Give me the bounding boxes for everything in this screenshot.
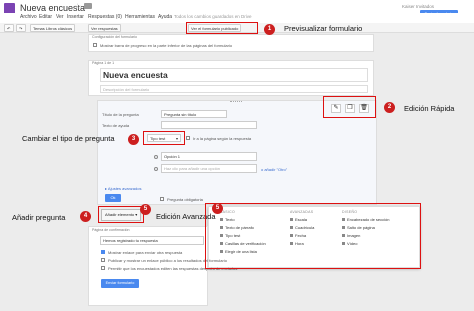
callout-preview: Previsualizar formulario (284, 24, 363, 33)
option-2-input[interactable]: Haz clic para añadir una opción (161, 164, 257, 173)
callout-badge-3: 3 (128, 134, 139, 145)
redo-button[interactable]: ↷ (16, 24, 26, 32)
advanced-settings-link[interactable]: ▸ Ajustes avanzados (105, 186, 141, 191)
save-status: Todos los cambios guardados en Drive (174, 14, 252, 19)
drag-handle[interactable] (230, 101, 242, 103)
confirmation-heading: Página de confirmación (92, 228, 130, 232)
another-response-checkbox[interactable] (101, 250, 105, 254)
callout-badge-5b: 5 (212, 203, 223, 214)
form-title-field[interactable]: Nueva encuesta (100, 68, 368, 82)
callout-add-question: Añadir pregunta (12, 213, 66, 222)
add-item-highlight (98, 206, 144, 223)
help-text-label: Texto de ayuda (102, 123, 130, 128)
question-title-input[interactable]: Pregunta sin título (161, 110, 227, 118)
callout-badge-4: 4 (80, 211, 91, 222)
callout-badge-5a: 5 (140, 204, 151, 215)
publish-results-checkbox[interactable] (101, 258, 105, 262)
view-responses-button[interactable]: Ver respuestas (88, 24, 121, 32)
page-nav-label: Ir a la página según la respuesta (193, 136, 252, 141)
add-menu-highlight (205, 203, 421, 269)
ok-button[interactable]: Ok (105, 194, 121, 202)
page-label: Página 1 de 1 (92, 61, 115, 65)
option-1-input[interactable]: Opción 1 (161, 152, 257, 161)
confirmation-send-button[interactable]: Enviar formulario (101, 279, 139, 288)
settings-heading: Configuración del formulario (92, 35, 137, 39)
help-text-input[interactable] (161, 121, 257, 129)
option-radio-2 (154, 167, 158, 171)
progress-bar-checkbox[interactable] (93, 43, 97, 47)
question-title-label: Título de la pregunta (102, 112, 139, 117)
menu-file[interactable]: Archivo (20, 14, 37, 20)
forms-editor-screenshot: Nueva encuesta ☆ Kaiser Invitados Enviar… (0, 0, 474, 311)
menu-view[interactable]: Ver (56, 14, 64, 20)
callout-change-type: Cambiar el tipo de pregunta (22, 134, 115, 143)
allow-edit-checkbox[interactable] (101, 266, 105, 270)
menu-help[interactable]: Ayuda (158, 14, 172, 20)
account-name[interactable]: Kaiser Invitados (402, 4, 434, 9)
menu-tools[interactable]: Herramientas (125, 14, 155, 20)
undo-button[interactable]: ↶ (4, 24, 14, 32)
progress-bar-label: Mostrar barra de progreso en la parte in… (100, 43, 233, 48)
confirmation-message-input[interactable]: Hemos registrado tu respuesta (100, 236, 204, 245)
required-checkbox[interactable] (160, 197, 164, 201)
page-nav-checkbox[interactable] (186, 136, 190, 140)
callout-quick-edit: Edición Rápida (404, 104, 455, 113)
menu-responses[interactable]: Respuestas (0) (88, 14, 122, 20)
form-description-field[interactable]: Descripción del formulario (100, 85, 368, 93)
star-icon[interactable]: ☆ (74, 2, 81, 11)
folder-icon[interactable] (84, 3, 92, 9)
type-highlight (143, 131, 185, 145)
menu-insert[interactable]: Insertar (67, 14, 84, 20)
required-label: Pregunta obligatoria (167, 197, 203, 202)
another-response-label: Mostrar enlace para enviar otra respuest… (108, 250, 183, 255)
callout-badge-2: 2 (384, 102, 395, 113)
add-other-link[interactable]: o añadir "Otro" (261, 167, 287, 172)
themes-button[interactable]: Temas Libros clásicos (30, 24, 76, 32)
quick-edit-highlight (323, 96, 376, 118)
callout-badge-1: 1 (264, 24, 275, 35)
option-radio-1 (154, 155, 158, 159)
preview-highlight (186, 22, 258, 34)
menu-edit[interactable]: Editar (39, 14, 52, 20)
